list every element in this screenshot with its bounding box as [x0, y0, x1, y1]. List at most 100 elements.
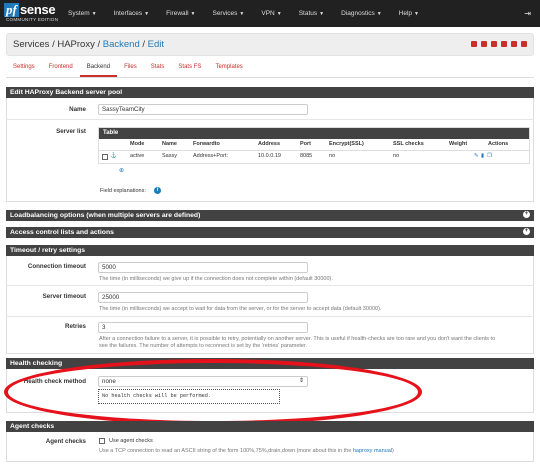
field-explanations-label: Field explanations: — [100, 188, 146, 194]
col-forwardto: Forwardto — [193, 141, 220, 147]
info-icon[interactable]: i — [154, 187, 161, 194]
add-row-icon[interactable]: ⊕ — [119, 167, 124, 174]
edit-icon[interactable]: ✎ — [474, 153, 479, 159]
logo-edition: COMMUNITY EDITION — [6, 17, 59, 22]
crumb-haproxy: HAProxy — [57, 39, 95, 50]
tab-files[interactable]: Files — [117, 61, 144, 77]
agent-help-text: Use a TCP connection to read an ASCII st… — [99, 448, 352, 454]
crumb-separator: / — [52, 39, 55, 50]
caret-down-icon: ▼ — [144, 11, 150, 17]
stop-icon[interactable] — [481, 41, 487, 47]
nav-system[interactable]: System ▼ — [68, 10, 97, 17]
logo-pf: pf — [4, 2, 19, 17]
settings-icon[interactable] — [471, 41, 477, 47]
health-method-select[interactable]: none ⇕ — [98, 376, 308, 387]
nav-firewall[interactable]: Firewall ▼ — [166, 10, 195, 17]
caret-down-icon: ▼ — [414, 11, 419, 17]
nav-interfaces[interactable]: Interfaces ▼ — [114, 10, 150, 17]
table-header: Mode Name Forwardto Address Port Encrypt… — [99, 139, 529, 150]
cell-address: 10.0.0.19 — [258, 153, 281, 159]
nav-label: VPN — [261, 10, 275, 17]
panel-heading-timeout: Timeout / retry settings — [6, 245, 534, 256]
nav-vpn[interactable]: VPN ▼ — [261, 10, 281, 17]
agent-checks-checkbox[interactable] — [99, 438, 105, 444]
top-navbar: pf sense COMMUNITY EDITION System ▼ Inter… — [0, 0, 540, 27]
row-select-checkbox[interactable] — [102, 154, 108, 160]
row-divider — [6, 285, 534, 286]
retries-label: Retries — [65, 323, 86, 330]
caret-down-icon: ▼ — [276, 11, 282, 17]
tab-stats[interactable]: Stats — [144, 61, 172, 77]
help-icon[interactable] — [521, 41, 527, 47]
server-timeout-input[interactable]: 25000 — [98, 292, 308, 303]
server-table: Table Mode Name Forwardto Address Port E… — [98, 127, 530, 164]
conn-timeout-input[interactable]: 5000 — [98, 262, 308, 273]
crumb-services: Services — [13, 39, 50, 50]
breadcrumb-bar: Services / HAProxy / Backend / Edit — [6, 33, 534, 56]
nav-help[interactable]: Help ▼ — [399, 10, 419, 17]
name-input[interactable]: SassyTeamCity — [98, 104, 308, 115]
server-timeout-help: The time (in milliseconds) we accept to … — [99, 306, 382, 312]
tab-bar: Settings Frontend Backend Files Stats St… — [6, 61, 534, 78]
crumb-backend[interactable]: Backend — [103, 39, 140, 50]
crumb-separator: / — [97, 39, 101, 50]
tab-templates[interactable]: Templates — [208, 61, 249, 77]
panel-title: Access control lists and actions — [10, 229, 114, 236]
panel-heading-edit: Edit HAProxy Backend server pool — [6, 87, 534, 98]
refresh-icon[interactable] — [491, 41, 497, 47]
crumb-edit[interactable]: Edit — [148, 39, 164, 50]
panel-heading-acl[interactable]: Access control lists and actions + — [6, 227, 534, 238]
pfsense-logo[interactable]: pf sense COMMUNITY EDITION — [4, 2, 62, 24]
nav-status[interactable]: Status ▼ — [299, 10, 324, 17]
caret-down-icon: ▼ — [376, 11, 382, 17]
col-name: Name — [162, 141, 177, 147]
list-icon[interactable] — [511, 41, 517, 47]
agent-checks-label: Agent checks — [45, 438, 86, 445]
retries-help-line1: After a connection failure to a server, … — [99, 336, 496, 342]
health-description-box: No health checks will be performed. — [98, 389, 280, 404]
col-encrypt: Encrypt(SSL) — [329, 141, 364, 147]
nav-label: System — [68, 10, 90, 17]
main-menu: System ▼ Interfaces ▼ Firewall ▼ Services ▼ … — [68, 0, 436, 27]
nav-label: Diagnostics — [341, 10, 375, 17]
cell-port: 8085 — [300, 153, 313, 159]
expand-plus-icon[interactable]: + — [523, 228, 530, 235]
nav-diagnostics[interactable]: Diagnostics ▼ — [341, 10, 382, 17]
agent-help-suffix: ) — [392, 448, 394, 454]
anchor-icon[interactable]: ⚓ — [110, 153, 117, 159]
col-port: Port — [300, 141, 311, 147]
server-timeout-label: Server timeout — [42, 293, 86, 300]
health-method-value: none — [102, 378, 116, 385]
col-address: Address — [258, 141, 281, 147]
copy-icon[interactable]: ❐ — [487, 153, 492, 159]
row-divider — [6, 119, 534, 120]
chart-icon[interactable] — [501, 41, 507, 47]
panel-title: Loadbalancing options (when multiple ser… — [10, 212, 201, 219]
tab-settings[interactable]: Settings — [6, 61, 42, 77]
caret-down-icon: ▼ — [319, 11, 325, 17]
logo-sense: sense — [20, 2, 56, 17]
breadcrumb: Services / HAProxy / Backend / Edit — [13, 39, 164, 50]
panel-heading-health: Health checking — [6, 358, 534, 369]
tab-frontend[interactable]: Frontend — [42, 61, 80, 77]
haproxy-manual-link[interactable]: haproxy manual — [353, 448, 392, 454]
col-mode: Mode — [130, 141, 145, 147]
caret-down-icon: ▼ — [239, 11, 245, 17]
cell-mode: active — [130, 153, 145, 159]
logout-icon[interactable]: ⇥ — [524, 9, 531, 18]
panel-heading-loadbalancing[interactable]: Loadbalancing options (when multiple ser… — [6, 210, 534, 221]
nav-services[interactable]: Services ▼ — [212, 10, 244, 17]
tab-backend[interactable]: Backend — [79, 61, 118, 77]
delete-icon[interactable]: ▮ — [481, 153, 484, 159]
table-row: ⚓ active Sassy Address+Port: 10.0.0.19 8… — [99, 150, 529, 163]
col-ssl-checks: SSL checks — [393, 141, 424, 147]
retries-input[interactable]: 3 — [98, 322, 308, 333]
panel-heading-agent: Agent checks — [6, 421, 534, 432]
nav-label: Interfaces — [113, 10, 143, 17]
conn-timeout-label: Connection timeout — [27, 263, 86, 270]
expand-plus-icon[interactable]: + — [523, 211, 530, 218]
cell-ssl-checks: no — [393, 153, 400, 159]
nav-label: Status — [298, 10, 318, 17]
agent-checks-help: Use a TCP connection to read an ASCII st… — [99, 448, 394, 454]
tab-stats-fs[interactable]: Stats FS — [171, 61, 208, 77]
